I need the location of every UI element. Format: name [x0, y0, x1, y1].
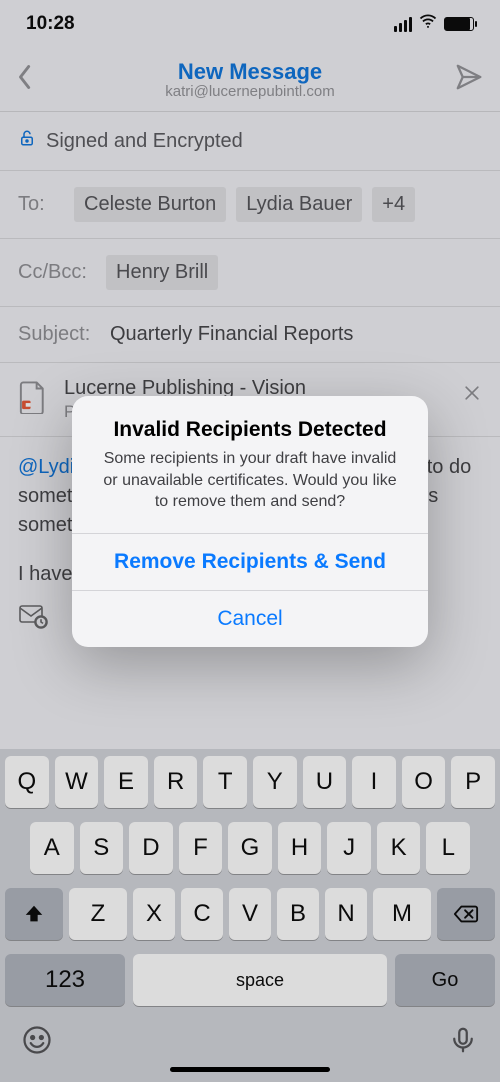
recipient-chip[interactable]: Henry Brill	[106, 255, 218, 290]
key-u[interactable]: U	[303, 756, 347, 808]
recipient-chip[interactable]: Celeste Burton	[74, 187, 226, 222]
key-e[interactable]: E	[104, 756, 148, 808]
security-row[interactable]: Signed and Encrypted	[0, 112, 500, 171]
subject-row[interactable]: Subject: Quarterly Financial Reports	[0, 307, 500, 363]
key-q[interactable]: Q	[5, 756, 49, 808]
status-bar: 10:28	[0, 0, 500, 48]
key-j[interactable]: J	[327, 822, 371, 874]
subject-value: Quarterly Financial Reports	[110, 323, 353, 346]
subject-label: Subject:	[18, 323, 100, 346]
send-button[interactable]	[454, 62, 484, 97]
alert-primary-button[interactable]: Remove Recipients & Send	[72, 533, 428, 590]
go-key[interactable]: Go	[395, 954, 495, 1006]
key-d[interactable]: D	[129, 822, 173, 874]
key-p[interactable]: P	[451, 756, 495, 808]
key-o[interactable]: O	[402, 756, 446, 808]
key-g[interactable]: G	[228, 822, 272, 874]
key-y[interactable]: Y	[253, 756, 297, 808]
key-s[interactable]: S	[80, 822, 124, 874]
to-label: To:	[18, 193, 64, 216]
nav-bar: New Message katri@lucernepubintl.com	[0, 48, 500, 112]
key-h[interactable]: H	[278, 822, 322, 874]
key-r[interactable]: R	[154, 756, 198, 808]
space-key[interactable]: space	[133, 954, 387, 1006]
key-k[interactable]: K	[377, 822, 421, 874]
key-n[interactable]: N	[325, 888, 367, 940]
key-t[interactable]: T	[203, 756, 247, 808]
dictation-key[interactable]	[448, 1025, 478, 1060]
status-right	[394, 11, 474, 37]
key-i[interactable]: I	[352, 756, 396, 808]
key-f[interactable]: F	[179, 822, 223, 874]
recipient-more[interactable]: +4	[372, 187, 415, 222]
alert-dialog: Invalid Recipients Detected Some recipie…	[72, 396, 428, 647]
key-w[interactable]: W	[55, 756, 99, 808]
emoji-key[interactable]	[22, 1025, 52, 1060]
backspace-key[interactable]	[437, 888, 495, 940]
to-row[interactable]: To: Celeste Burton Lydia Bauer +4	[0, 171, 500, 239]
battery-icon	[444, 17, 474, 31]
keyboard: QWERTYUIOP ASDFGHJKL ZXCVBNM 123 space G…	[0, 749, 500, 1082]
home-indicator[interactable]	[170, 1067, 330, 1072]
key-m[interactable]: M	[373, 888, 431, 940]
lock-icon	[18, 128, 36, 154]
key-v[interactable]: V	[229, 888, 271, 940]
nav-title: New Message	[0, 59, 500, 85]
remove-attachment-button[interactable]	[462, 383, 482, 408]
key-c[interactable]: C	[181, 888, 223, 940]
key-l[interactable]: L	[426, 822, 470, 874]
status-time: 10:28	[26, 13, 75, 35]
key-a[interactable]: A	[30, 822, 74, 874]
key-z[interactable]: Z	[69, 888, 127, 940]
cellular-icon	[394, 17, 412, 32]
numbers-key[interactable]: 123	[5, 954, 125, 1006]
back-button[interactable]	[16, 63, 44, 96]
cc-row[interactable]: Cc/Bcc: Henry Brill	[0, 239, 500, 307]
alert-message: Some recipients in your draft have inval…	[98, 448, 402, 513]
key-x[interactable]: X	[133, 888, 175, 940]
alert-cancel-button[interactable]: Cancel	[72, 590, 428, 647]
alert-title: Invalid Recipients Detected	[98, 418, 402, 442]
document-icon	[18, 380, 48, 419]
recipient-chip[interactable]: Lydia Bauer	[236, 187, 362, 222]
key-b[interactable]: B	[277, 888, 319, 940]
shift-key[interactable]	[5, 888, 63, 940]
wifi-icon	[418, 11, 438, 37]
security-label: Signed and Encrypted	[46, 130, 243, 153]
schedule-icon[interactable]	[18, 603, 48, 638]
nav-subtitle: katri@lucernepubintl.com	[0, 83, 500, 100]
cc-label: Cc/Bcc:	[18, 261, 96, 284]
